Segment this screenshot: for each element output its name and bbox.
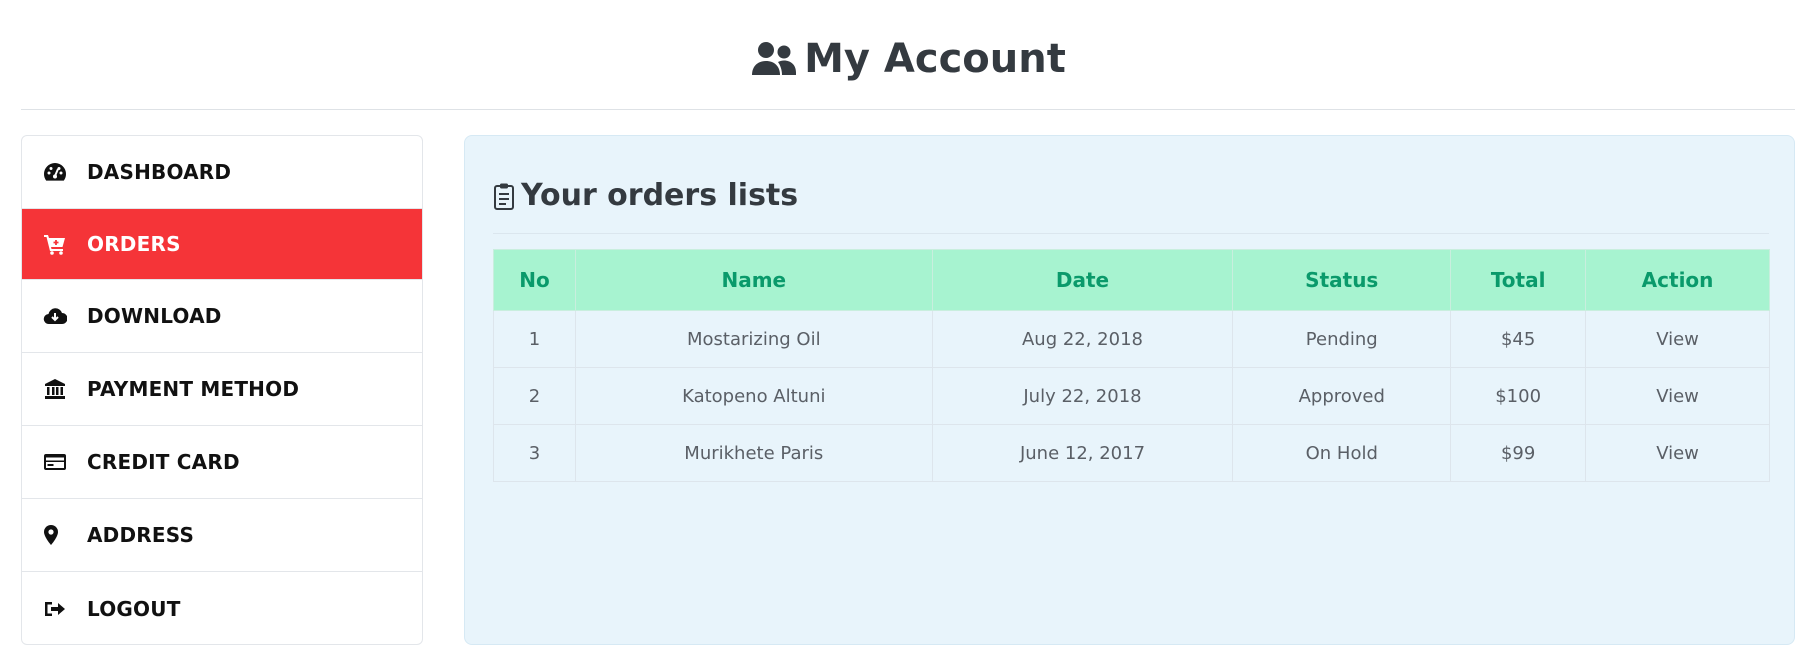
sidebar-item-logout[interactable]: LOGOUT <box>22 572 422 644</box>
order-status: On Hold <box>1232 424 1452 482</box>
order-total: $99 <box>1450 424 1587 482</box>
cart-icon <box>43 233 87 255</box>
page-header: My Account <box>21 0 1795 110</box>
logout-icon <box>43 598 87 620</box>
order-name: Mostarizing Oil <box>574 310 933 368</box>
order-no: 3 <box>493 424 576 482</box>
sidebar-item-label: PAYMENT METHOD <box>87 377 300 401</box>
dashboard-icon <box>43 161 87 183</box>
table-header-row: No Name Date Status Total Action <box>493 249 1770 311</box>
order-total: $100 <box>1450 367 1587 425</box>
users-icon <box>750 41 798 77</box>
table-row: 2 Katopeno Altuni July 22, 2018 Approved… <box>493 367 1770 425</box>
order-name: Katopeno Altuni <box>574 367 933 425</box>
view-order-link[interactable]: View <box>1585 424 1770 482</box>
table-row: 1 Mostarizing Oil Aug 22, 2018 Pending $… <box>493 310 1770 368</box>
column-header-date: Date <box>931 249 1234 311</box>
cloud-download-icon <box>43 305 87 327</box>
order-date: July 22, 2018 <box>931 367 1234 425</box>
order-status: Pending <box>1232 310 1452 368</box>
map-pin-icon <box>43 524 87 546</box>
order-name: Murikhete Paris <box>574 424 933 482</box>
sidebar-item-label: ADDRESS <box>87 523 195 547</box>
column-header-status: Status <box>1232 249 1452 311</box>
sidebar-item-orders[interactable]: ORDERS <box>22 209 422 280</box>
orders-panel: Your orders lists No Name Date Status To… <box>464 135 1795 645</box>
order-total: $45 <box>1450 310 1587 368</box>
order-date: June 12, 2017 <box>931 424 1234 482</box>
orders-title: Your orders lists <box>521 178 799 213</box>
sidebar-item-download[interactable]: DOWNLOAD <box>22 280 422 353</box>
sidebar-item-dashboard[interactable]: DASHBOARD <box>22 136 422 209</box>
credit-card-icon <box>43 451 87 473</box>
sidebar-item-label: LOGOUT <box>87 596 181 621</box>
page-title: My Account <box>804 35 1066 82</box>
column-header-name: Name <box>574 249 933 311</box>
view-order-link[interactable]: View <box>1585 310 1770 368</box>
table-row: 3 Murikhete Paris June 12, 2017 On Hold … <box>493 424 1770 482</box>
order-no: 2 <box>493 367 576 425</box>
sidebar-item-label: DASHBOARD <box>87 160 232 184</box>
order-no: 1 <box>493 310 576 368</box>
column-header-action: Action <box>1585 249 1770 311</box>
view-order-link[interactable]: View <box>1585 367 1770 425</box>
bank-icon <box>43 378 87 400</box>
order-status: Approved <box>1232 367 1452 425</box>
column-header-no: No <box>493 249 576 311</box>
order-date: Aug 22, 2018 <box>931 310 1234 368</box>
sidebar-item-payment-method[interactable]: PAYMENT METHOD <box>22 353 422 426</box>
sidebar-item-label: DOWNLOAD <box>87 304 222 328</box>
orders-heading: Your orders lists <box>493 178 1769 234</box>
sidebar-item-label: ORDERS <box>87 232 181 256</box>
sidebar-item-address[interactable]: ADDRESS <box>22 499 422 572</box>
clipboard-icon <box>493 182 515 212</box>
sidebar-item-label: CREDIT CARD <box>87 450 240 474</box>
account-sidebar: DASHBOARD ORDERS DOWNLOAD PAYMENT METHOD… <box>21 135 423 645</box>
column-header-total: Total <box>1450 249 1587 311</box>
orders-table: No Name Date Status Total Action 1 Mosta… <box>493 249 1770 482</box>
sidebar-item-credit-card[interactable]: CREDIT CARD <box>22 426 422 499</box>
